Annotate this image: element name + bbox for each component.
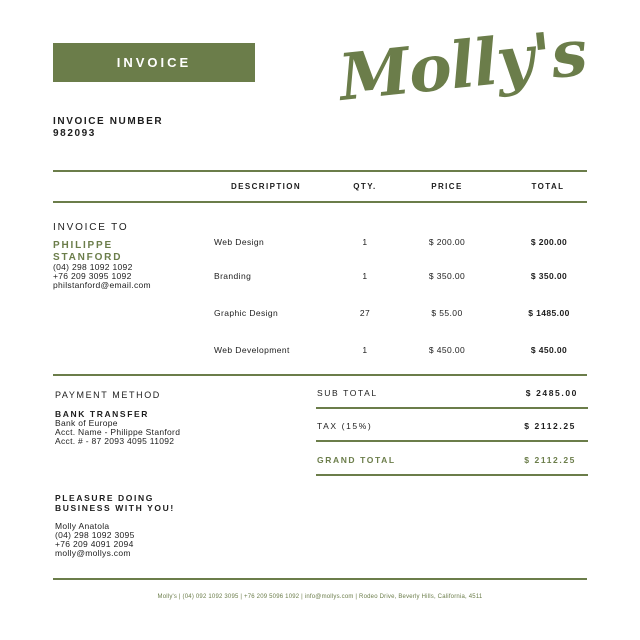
sender-email: molly@mollys.com [55, 548, 131, 558]
table-header-rule [53, 201, 587, 203]
grand-total-rule [316, 474, 588, 476]
footer-contact: Molly's | (04) 092 1092 3095 | +76 209 5… [157, 594, 483, 600]
row-price: $ 450.00 [428, 345, 466, 355]
payment-method-label: PAYMENT METHOD [55, 390, 161, 400]
row-description: Web Design [214, 237, 265, 247]
subtotal-label: SUB TOTAL [317, 388, 378, 398]
row-total: $ 200.00 [530, 237, 568, 247]
invoice-number-value: 982093 [53, 128, 96, 139]
invoice-number-label: INVOICE NUMBER [53, 116, 164, 127]
tax-value: $ 2112.25 [524, 421, 576, 431]
invoice-badge: INVOICE [53, 43, 255, 82]
row-description: Web Development [214, 345, 290, 355]
row-qty: 1 [362, 345, 368, 355]
client-name-line1: PHILIPPE [53, 240, 113, 251]
col-header-price: PRICE [431, 182, 463, 191]
closing-line-2: BUSINESS WITH YOU! [55, 503, 175, 513]
subtotal-rule [316, 407, 588, 409]
row-total: $ 450.00 [530, 345, 568, 355]
tax-rule [316, 440, 588, 442]
footer-rule [53, 578, 587, 580]
invoice-badge-label: INVOICE [116, 55, 192, 70]
row-total: $ 350.00 [530, 271, 568, 281]
brand-logo: Molly's [335, 15, 594, 141]
grand-total-value: $ 2112.25 [524, 455, 576, 465]
brand-logo-text: Molly's [335, 15, 590, 116]
row-description: Branding [214, 271, 252, 281]
table-row: Branding 1 $ 350.00 $ 350.00 [214, 271, 588, 283]
subtotal-value: $ 2485.00 [525, 388, 578, 398]
table-bottom-rule [53, 374, 587, 376]
grand-total-label: GRAND TOTAL [317, 455, 396, 465]
table-row: Graphic Design 27 $ 55.00 $ 1485.00 [214, 308, 588, 320]
table-top-rule [53, 170, 587, 172]
row-price: $ 350.00 [428, 271, 466, 281]
row-price: $ 55.00 [431, 308, 463, 318]
tax-label: TAX (15%) [317, 421, 373, 431]
row-qty: 1 [362, 271, 368, 281]
row-qty: 1 [362, 237, 368, 247]
invoice-to-label: INVOICE TO [53, 222, 129, 233]
row-total: $ 1485.00 [528, 308, 570, 318]
closing-line-1: PLEASURE DOING [55, 493, 154, 503]
table-row: Web Design 1 $ 200.00 $ 200.00 [214, 237, 588, 249]
table-row: Web Development 1 $ 450.00 $ 450.00 [214, 345, 588, 357]
account-number: Acct. # - 87 2093 4095 11092 [55, 436, 175, 446]
col-header-qty: QTY. [353, 182, 377, 191]
client-email: philstanford@email.com [53, 280, 151, 290]
col-header-description: DESCRIPTION [230, 182, 302, 191]
row-price: $ 200.00 [428, 237, 466, 247]
col-header-total: TOTAL [531, 182, 565, 191]
row-description: Graphic Design [214, 308, 279, 318]
row-qty: 27 [359, 308, 371, 318]
